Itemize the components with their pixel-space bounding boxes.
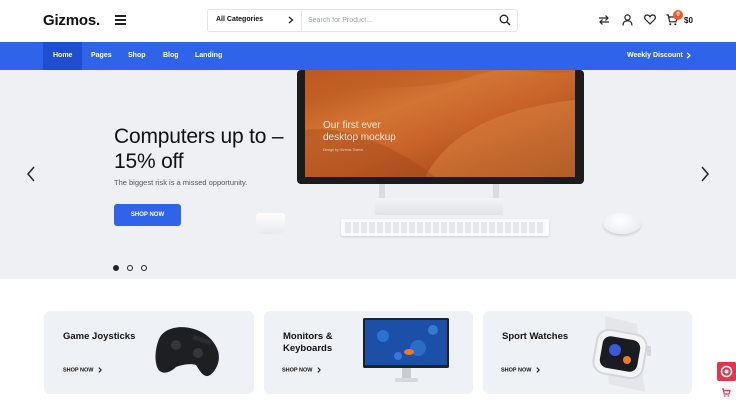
cart-count-badge: 0 [673,10,683,20]
slider-prev-arrow-icon[interactable] [26,166,36,182]
compare-icon[interactable] [598,14,610,26]
floating-cart-button[interactable] [717,385,736,400]
heart-icon[interactable] [644,14,656,25]
life-ring-icon [720,365,733,378]
card-link-label: SHOP NOW [282,367,313,374]
cart-total[interactable]: $0 [684,16,693,25]
chevron-right-icon [98,367,103,373]
smartwatch-image [592,316,651,392]
card-shop-now-link[interactable]: SHOP NOW [501,367,541,374]
card-shop-now-link[interactable]: SHOP NOW [282,367,322,374]
slider-dot-3[interactable] [141,265,147,271]
cart-icon [722,388,731,397]
weekly-discount-link[interactable]: Weekly Discount [627,42,691,70]
card-title: Sport Watches [502,331,569,342]
floating-action-button[interactable] [717,362,736,381]
card-link-label: SHOP NOW [501,367,532,374]
nav-item-pages[interactable]: Pages [91,42,112,70]
hero-subtitle: The biggest risk is a missed opportunity… [114,178,248,187]
search-input[interactable] [308,12,493,29]
hero-shop-now-button[interactable]: SHOP NOW [114,204,181,226]
chevron-right-icon [288,16,294,24]
weekly-discount-label: Weekly Discount [627,52,683,59]
keyboard-image [341,219,549,236]
screen-caption: Design by Gizmos Theme [323,148,364,152]
category-card-game-joysticks[interactable]: Game Joysticks SHOP NOW [44,311,254,394]
user-icon[interactable] [622,14,633,26]
category-select-label: All Categories [216,16,264,23]
monitor-product-image [363,318,449,382]
slider-next-arrow-icon[interactable] [700,166,710,182]
card-title: Game Joysticks [63,331,136,342]
monitor-screen: Our first ever desktop mockup Design by … [305,70,575,177]
nav-item-shop[interactable]: Shop [128,42,146,70]
nav-item-landing[interactable]: Landing [195,42,222,70]
menu-icon[interactable] [115,15,126,25]
monitor-stand-base [375,198,503,215]
site-header: Gizmos. All Categories 0 $0 [0,0,736,42]
cup-image [256,213,285,234]
chevron-right-icon [536,367,541,373]
search-bar: All Categories [207,9,518,32]
hero-slider: Computers up to – 15% off The biggest ri… [0,70,736,279]
site-logo[interactable]: Gizmos. [43,12,100,29]
card-link-label: SHOP NOW [63,367,94,374]
category-card-monitors-keyboards[interactable]: Monitors & Keyboards SHOP NOW [264,311,473,394]
gamepad-image [155,327,219,377]
nav-item-blog[interactable]: Blog [163,42,179,70]
slider-dot-2[interactable] [127,265,133,271]
nav-item-home[interactable]: Home [43,42,83,70]
chevron-right-icon [317,367,322,373]
category-card-sport-watches[interactable]: Sport Watches SHOP NOW [483,311,692,394]
screen-headline: Our first ever desktop mockup [323,120,396,143]
main-nav: Home Pages Shop Blog Landing Weekly Disc… [0,42,736,70]
search-icon[interactable] [499,14,511,26]
category-select[interactable]: All Categories [208,10,302,31]
card-shop-now-link[interactable]: SHOP NOW [63,367,103,374]
slider-dot-1[interactable] [113,265,119,271]
hero-title: Computers up to – 15% off [114,125,284,173]
chevron-right-icon [686,52,691,59]
card-title: Monitors & Keyboards [283,331,333,354]
slider-dots [113,258,155,276]
mouse-image [603,213,641,234]
